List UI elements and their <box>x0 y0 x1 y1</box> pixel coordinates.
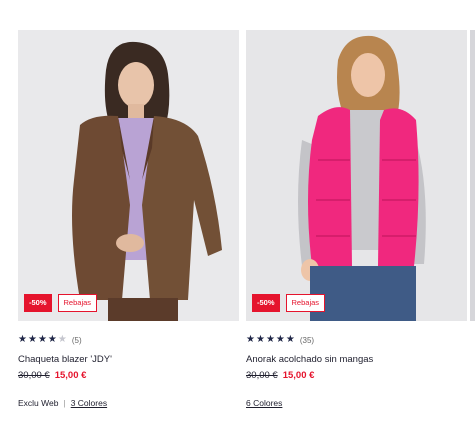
badge-group: -50% Rebajas <box>252 294 326 312</box>
star-filled-icon: ★ <box>285 334 295 345</box>
star-rating: ★ ★ ★ ★ ★ <box>18 335 67 345</box>
price-group: 30,00 € 15,00 € <box>18 370 239 381</box>
colors-link[interactable]: 3 Colores <box>71 398 107 408</box>
star-filled-icon: ★ <box>246 334 255 345</box>
rating: ★ ★ ★ ★ ★ (5) <box>18 334 239 346</box>
sale-price: 15,00 € <box>54 370 87 381</box>
star-filled-icon: ★ <box>47 334 57 345</box>
review-count: (5) <box>71 335 82 345</box>
star-rating: ★ ★ ★ ★ ★ <box>246 335 295 345</box>
star-empty-icon: ★ <box>57 334 67 345</box>
next-card-edge <box>470 30 475 321</box>
review-count: (35) <box>299 335 315 345</box>
product-image[interactable]: -50% Rebajas <box>246 30 467 321</box>
discount-badge: -50% <box>24 294 52 312</box>
product-card-blazer[interactable]: -50% Rebajas ★ ★ ★ ★ ★ (5) Chaqueta blaz… <box>18 30 239 408</box>
discount-badge: -50% <box>252 294 280 312</box>
product-title[interactable]: Anorak acolchado sin mangas <box>246 354 467 365</box>
old-price: 30,00 € <box>246 370 278 381</box>
rating: ★ ★ ★ ★ ★ (35) <box>246 334 467 346</box>
price-group: 30,00 € 15,00 € <box>246 370 467 381</box>
product-image[interactable]: -50% Rebajas <box>18 30 239 321</box>
star-filled-icon: ★ <box>255 334 265 345</box>
product-meta: 6 Colores <box>246 398 467 408</box>
sale-badge: Rebajas <box>57 294 98 312</box>
star-filled-icon: ★ <box>18 334 27 345</box>
sale-price: 15,00 € <box>282 370 315 381</box>
sale-badge: Rebajas <box>285 294 326 312</box>
product-title[interactable]: Chaqueta blazer 'JDY' <box>18 354 239 365</box>
product-meta: Exclu Web | 3 Colores <box>18 398 239 408</box>
old-price: 30,00 € <box>18 370 50 381</box>
meta-separator: | <box>63 398 66 408</box>
star-filled-icon: ★ <box>27 334 37 345</box>
woman-pink-puffer-vest-photo-icon <box>246 30 467 321</box>
product-grid: -50% Rebajas ★ ★ ★ ★ ★ (5) Chaqueta blaz… <box>0 0 475 425</box>
star-filled-icon: ★ <box>275 334 285 345</box>
star-filled-icon: ★ <box>265 334 275 345</box>
badge-group: -50% Rebajas <box>24 294 98 312</box>
star-filled-icon: ★ <box>37 334 47 345</box>
woman-brown-blazer-photo-icon <box>18 30 239 321</box>
product-card-vest[interactable]: -50% Rebajas ★ ★ ★ ★ ★ (35) Anorak acolc… <box>246 30 467 408</box>
colors-link[interactable]: 6 Colores <box>246 398 282 408</box>
exclusive-tag: Exclu Web <box>18 398 59 408</box>
